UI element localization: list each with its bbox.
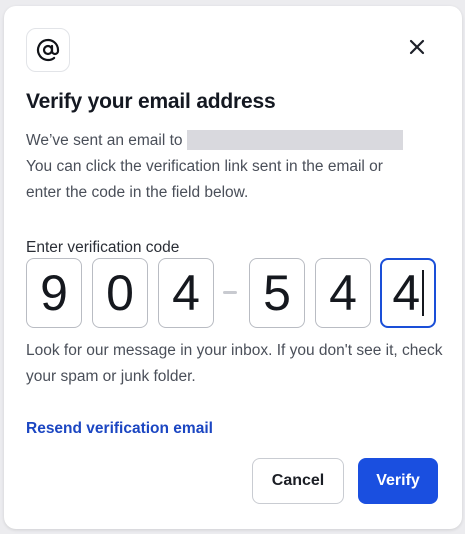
spam-hint: Look for our message in your inbox. If y… — [26, 342, 443, 385]
code-digit-3[interactable]: 4 — [158, 258, 214, 328]
instruction-line-2: enter the code in the field below. — [26, 184, 249, 201]
code-digit-2[interactable]: 0 — [92, 258, 148, 328]
sent-email-line: We’ve sent an email to — [26, 128, 446, 154]
sent-prefix: We’ve sent an email to — [26, 132, 183, 149]
code-digit-1[interactable]: 9 — [26, 258, 82, 328]
verify-email-dialog: Verify your email address We’ve sent an … — [4, 6, 462, 529]
redacted-email — [186, 130, 403, 150]
text-caret — [422, 270, 424, 316]
code-digit-4[interactable]: 5 — [249, 258, 305, 328]
cancel-button[interactable]: Cancel — [252, 458, 344, 504]
at-sign-icon — [26, 28, 70, 72]
close-button[interactable] — [404, 36, 430, 62]
code-digit-6-value: 4 — [392, 265, 421, 321]
dialog-title: Verify your email address — [26, 90, 276, 113]
resend-verification-link[interactable]: Resend verification email — [26, 420, 213, 438]
code-digit-5[interactable]: 4 — [315, 258, 371, 328]
code-label: Enter verification code — [26, 239, 180, 256]
close-icon — [409, 39, 425, 60]
verify-button[interactable]: Verify — [358, 458, 438, 504]
code-separator — [223, 291, 237, 294]
dialog-description: We’ve sent an email to You can click the… — [26, 128, 446, 206]
code-digit-6[interactable]: 4 — [380, 258, 436, 328]
instruction-line-1: You can click the verification link sent… — [26, 158, 383, 175]
